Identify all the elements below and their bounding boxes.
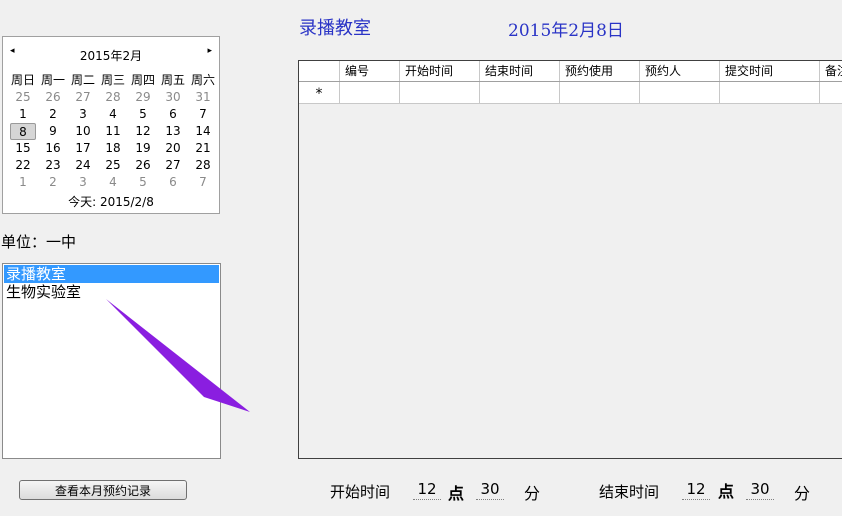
calendar-week-row: 1234567 [8, 174, 218, 191]
grid-new-row[interactable]: * [299, 82, 842, 104]
reservation-grid[interactable]: 编号 开始时间 结束时间 预约使用 预约人 提交时间 备注 * [298, 60, 842, 459]
calendar-day[interactable]: 18 [98, 140, 128, 157]
start-minute-input[interactable] [476, 479, 504, 500]
grid-cell[interactable] [720, 82, 820, 104]
grid-cell[interactable] [560, 82, 640, 104]
new-row-marker: * [299, 82, 340, 104]
calendar-week-row: 8 9 10 11 12 13 14 [8, 123, 218, 140]
calendar-day[interactable]: 20 [158, 140, 188, 157]
weekday-label: 周日 [10, 73, 35, 87]
calendar-day[interactable]: 28 [188, 157, 218, 174]
calendar-day[interactable]: 9 [38, 123, 68, 140]
calendar-day[interactable]: 27 [158, 157, 188, 174]
calendar-day[interactable]: 1 [8, 174, 38, 191]
selected-date-title: 2015年2月8日 [508, 21, 624, 41]
calendar-day[interactable]: 30 [158, 89, 188, 106]
weekday-label: 周三 [100, 73, 125, 87]
weekday-label: 周一 [40, 73, 65, 87]
calendar-day[interactable]: 5 [128, 174, 158, 191]
column-header-id[interactable]: 编号 [340, 61, 400, 81]
end-time-label: 结束时间 [599, 483, 660, 501]
grid-cell[interactable] [340, 82, 400, 104]
calendar-day[interactable]: 3 [68, 106, 98, 123]
calendar-day[interactable]: 7 [188, 106, 218, 123]
start-minute-unit: 分 [524, 484, 541, 503]
calendar-day[interactable]: 29 [128, 89, 158, 106]
calendar-day[interactable]: 17 [68, 140, 98, 157]
calendar-day[interactable]: 4 [98, 174, 128, 191]
grid-cell[interactable] [400, 82, 480, 104]
calendar-day[interactable]: 16 [38, 140, 68, 157]
selected-room-title: 录播教室 [299, 18, 371, 39]
calendar-day[interactable]: 5 [128, 106, 158, 123]
calendar-day[interactable]: 6 [158, 106, 188, 123]
end-minute-input[interactable] [746, 479, 774, 500]
calendar-day[interactable]: 11 [98, 123, 128, 140]
calendar-day[interactable]: 24 [68, 157, 98, 174]
calendar-day[interactable]: 4 [98, 106, 128, 123]
weekday-label: 周四 [130, 73, 155, 87]
end-minute-unit: 分 [794, 484, 811, 503]
view-month-records-button[interactable]: 查看本月预约记录 [19, 480, 187, 500]
calendar-day[interactable]: 6 [158, 174, 188, 191]
column-header-remarks[interactable]: 备注 [820, 61, 842, 81]
end-hour-unit: 点 [718, 482, 735, 501]
calendar-day[interactable]: 26 [128, 157, 158, 174]
grid-header-row: 编号 开始时间 结束时间 预约使用 预约人 提交时间 备注 [299, 61, 842, 82]
calendar-day[interactable]: 23 [38, 157, 68, 174]
calendar-day[interactable]: 2 [38, 106, 68, 123]
start-time-label: 开始时间 [330, 483, 391, 501]
calendar-day[interactable]: 3 [68, 174, 98, 191]
calendar-week-row: 22 23 24 25 26 27 28 [8, 157, 218, 174]
calendar-day[interactable]: 14 [188, 123, 218, 140]
calendar-day[interactable]: 1 [8, 106, 38, 123]
calendar-days: 25 26 27 28 29 30 31 1 2 3 4 5 6 7 8 9 10 11 12 13 14 15 16 17 1… [3, 89, 213, 191]
unit-label: 单位：一中 [1, 233, 77, 251]
start-hour-unit: 点 [448, 484, 465, 503]
grid-corner-header [299, 61, 340, 81]
calendar-day[interactable]: 15 [8, 140, 38, 157]
calendar-day[interactable]: 25 [8, 89, 38, 106]
calendar-week-row: 1234567 [8, 106, 218, 123]
column-header-usage[interactable]: 预约使用 [560, 61, 640, 81]
next-month-icon[interactable]: ▸ [207, 46, 212, 56]
column-header-start-time[interactable]: 开始时间 [400, 61, 480, 81]
calendar-day[interactable]: 27 [68, 89, 98, 106]
calendar-day[interactable]: 25 [98, 157, 128, 174]
calendar-day[interactable]: 8 [10, 123, 36, 140]
annotation-arrow-shape [106, 299, 250, 412]
calendar-day[interactable]: 12 [128, 123, 158, 140]
weekday-label: 周六 [190, 73, 215, 87]
calendar-day[interactable]: 26 [38, 89, 68, 106]
column-header-end-time[interactable]: 结束时间 [480, 61, 560, 81]
grid-cell[interactable] [480, 82, 560, 104]
calendar-today-label[interactable]: 今天: 2015/2/8 [3, 193, 219, 210]
calendar-day[interactable]: 7 [188, 174, 218, 191]
start-hour-input[interactable] [413, 479, 441, 500]
month-calendar[interactable]: ◂ 2015年2月 ▸ 周日 周一 周二 周三 周四 周五 周六 25 26 27 2… [2, 36, 220, 214]
grid-cell[interactable] [640, 82, 720, 104]
room-item-recording[interactable]: 录播教室 [4, 265, 219, 283]
weekday-label: 周五 [160, 73, 185, 87]
column-header-reserver[interactable]: 预约人 [640, 61, 720, 81]
calendar-week-row: 15 16 17 18 19 20 21 [8, 140, 218, 157]
weekday-label: 周二 [70, 73, 95, 87]
calendar-day[interactable]: 21 [188, 140, 218, 157]
calendar-day[interactable]: 28 [98, 89, 128, 106]
calendar-day[interactable]: 22 [8, 157, 38, 174]
calendar-day[interactable]: 13 [158, 123, 188, 140]
calendar-day[interactable]: 19 [128, 140, 158, 157]
calendar-month-label: 2015年2月 [79, 49, 143, 63]
calendar-day[interactable]: 10 [68, 123, 98, 140]
column-header-submit-time[interactable]: 提交时间 [720, 61, 820, 81]
calendar-weekday-header: 周日 周一 周二 周三 周四 周五 周六 [8, 72, 218, 89]
calendar-week-row: 25 26 27 28 29 30 31 [8, 89, 218, 106]
end-hour-input[interactable] [682, 479, 710, 500]
calendar-day[interactable]: 2 [38, 174, 68, 191]
grid-cell[interactable] [820, 82, 842, 104]
calendar-day[interactable]: 31 [188, 89, 218, 106]
annotation-arrow [106, 299, 250, 412]
